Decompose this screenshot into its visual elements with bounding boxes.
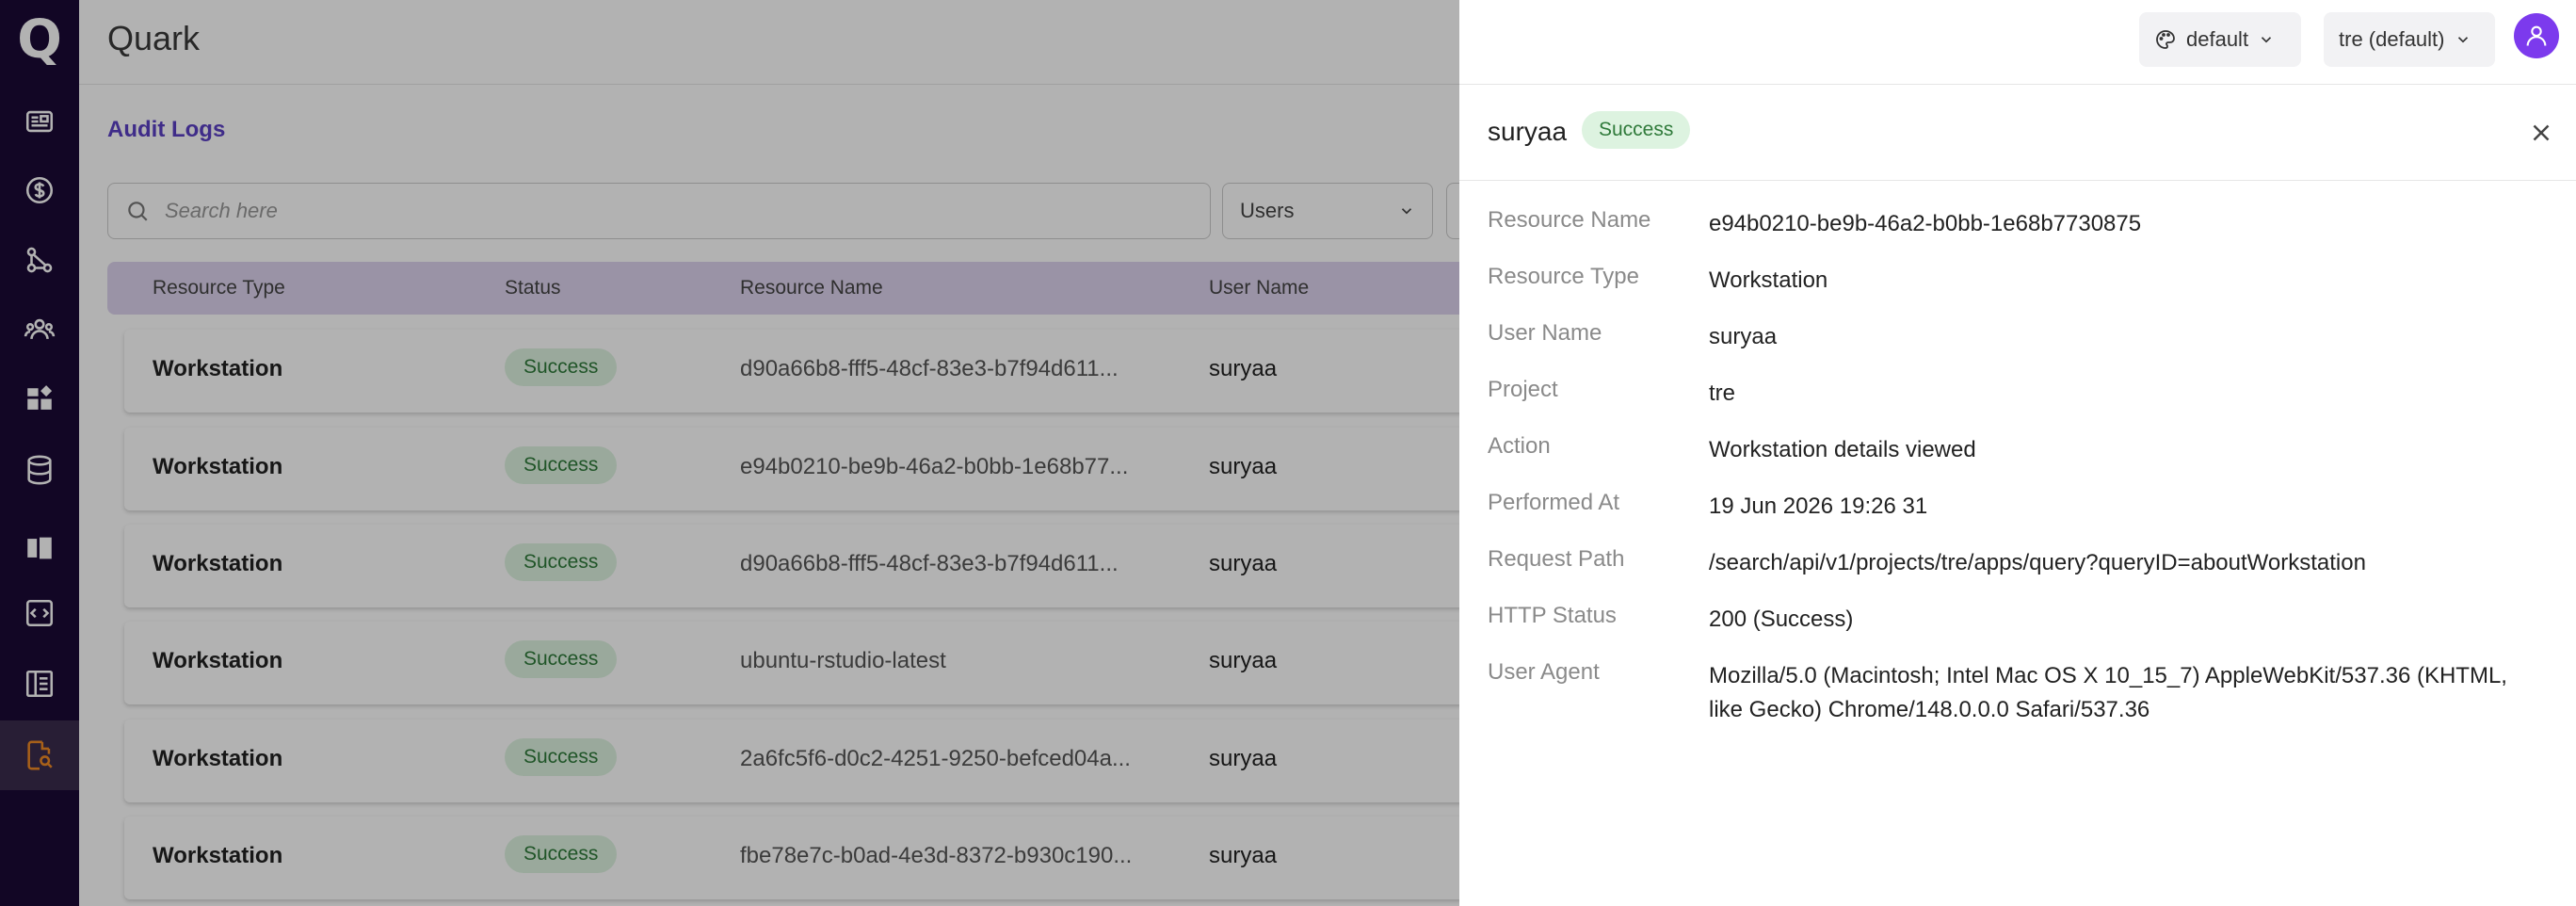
detail-value: Workstation details viewed	[1709, 437, 1976, 462]
detail-label: HTTP Status	[1488, 603, 1617, 628]
drawer-user-name: suryaa	[1488, 117, 1568, 146]
detail-value: e94b0210-be9b-46a2-b0bb-1e68b7730875	[1709, 211, 2142, 236]
theme-label: default	[2186, 27, 2249, 51]
detail-value: Workstation	[1709, 267, 1828, 293]
status-badge: Success	[1582, 111, 1691, 149]
chevron-down-icon	[2457, 37, 2468, 43]
detail-value: /search/api/v1/projects/tre/apps/query?q…	[1709, 550, 2366, 575]
detail-label: Resource Type	[1488, 264, 1639, 289]
user-avatar[interactable]	[2514, 13, 2559, 58]
detail-label: Request Path	[1488, 546, 1625, 572]
project-label: tre (default)	[2339, 27, 2445, 51]
drawer-header: suryaa Success	[1459, 85, 2576, 181]
detail-label: Resource Name	[1488, 207, 1651, 233]
user-icon	[2526, 25, 2547, 46]
detail-value: 200 (Success)	[1709, 607, 1854, 632]
palette-icon	[2156, 30, 2175, 49]
detail-value: suryaa	[1709, 324, 1778, 349]
detail-label: Performed At	[1488, 490, 1620, 515]
project-dropdown[interactable]: tre (default)	[2324, 12, 2495, 67]
close-icon	[2533, 124, 2550, 141]
detail-value: tre	[1709, 380, 1736, 406]
close-button[interactable]	[2527, 119, 2555, 147]
chevron-down-icon	[2261, 37, 2272, 43]
detail-label: User Agent	[1488, 659, 1600, 685]
detail-value: 19 Jun 2026 19:26 31	[1709, 493, 1928, 519]
modal-backdrop[interactable]	[0, 0, 1459, 906]
detail-label: User Name	[1488, 320, 1602, 346]
detail-label: Project	[1488, 377, 1558, 402]
detail-label: Action	[1488, 433, 1551, 459]
detail-value: Mozilla/5.0 (Macintosh; Intel Mac OS X 1…	[1709, 663, 2507, 722]
theme-dropdown[interactable]: default	[2139, 12, 2301, 67]
audit-detail-drawer: suryaa Success Resource Name e94b0210-be…	[1459, 85, 2576, 906]
